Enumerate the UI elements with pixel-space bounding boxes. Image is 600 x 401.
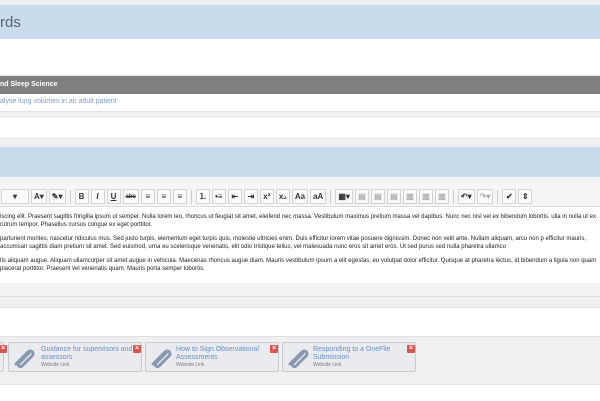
paperclip-icon: [14, 349, 35, 369]
align-left-icon[interactable]: ≡: [140, 189, 155, 204]
more-icon[interactable]: ⇕: [518, 189, 533, 204]
criteria-link[interactable]: alyse lung volumes in an adult patient: [0, 98, 117, 105]
unit-header: nd Sleep Science: [0, 76, 600, 94]
table-delete-row-icon[interactable]: ▤: [386, 189, 401, 204]
resource-type: Website Link: [313, 362, 342, 368]
table-col-before-icon[interactable]: ▥: [402, 189, 417, 204]
editor-content[interactable]: iscing elit. Praesent sagittis fringilla…: [0, 213, 600, 279]
resource-title[interactable]: How to Sign Observational Assessments: [176, 346, 268, 362]
table-row-before-icon[interactable]: ▤: [354, 189, 369, 204]
resource-card[interactable]: ×: [0, 342, 7, 372]
footer-row: [0, 384, 600, 401]
unit-row: alyse lung volumes in an adult patient: [0, 94, 600, 112]
paint-bucket-icon: ✎: [51, 192, 59, 201]
align-right-icon[interactable]: ≡: [172, 189, 187, 204]
toolbar-separator: [69, 189, 71, 204]
editor-paragraph: iscing elit. Praesent sagittis fringilla…: [0, 214, 596, 228]
table-col-after-icon[interactable]: ▥: [418, 189, 433, 204]
toolbar-separator: [330, 189, 332, 204]
superscript-icon[interactable]: x²: [259, 189, 274, 204]
rich-text-editor: ▾ A ▾ ✎ ▾ B I U abc ≡ ≡ ≡ ⒈ •≡ ⇤ ⇥ x² x₂ A…: [0, 177, 600, 288]
toolbar-separator: [452, 189, 454, 204]
toolbar-separator: [497, 189, 499, 204]
indent-icon[interactable]: ⇥: [243, 189, 258, 204]
resource-title[interactable]: Responding to a OneFile Submission: [313, 346, 405, 362]
remove-icon[interactable]: ×: [133, 345, 141, 353]
outdent-icon[interactable]: ⇤: [227, 189, 242, 204]
align-center-icon[interactable]: ≡: [156, 189, 171, 204]
table-icon[interactable]: ▦▾: [335, 189, 353, 204]
resource-card[interactable]: Guidance for supervisors and assessors W…: [8, 342, 142, 372]
resource-type: Website Link: [176, 362, 205, 368]
font-smaller-button[interactable]: Aa: [291, 189, 309, 204]
table-delete-col-icon[interactable]: ▥: [434, 189, 449, 204]
page-header: rds: [0, 5, 600, 39]
spellcheck-icon[interactable]: ✔: [502, 189, 517, 204]
editor-paragraph: tis aliquam augue. Aliquam ullamcorper s…: [0, 258, 597, 272]
font-size-select[interactable]: ▾: [1, 189, 29, 204]
resource-title[interactable]: Guidance for supervisors and assessors: [41, 346, 133, 362]
font-color-button[interactable]: A ▾: [31, 189, 47, 204]
bullet-list-icon[interactable]: •≡: [211, 189, 226, 204]
undo-icon[interactable]: ↶▾: [457, 189, 475, 204]
editor-toolbar: ▾ A ▾ ✎ ▾ B I U abc ≡ ≡ ≡ ⒈ •≡ ⇤ ⇥ x² x₂ A…: [0, 177, 600, 207]
page-title: rds: [0, 14, 21, 31]
editor-paragraph: parturient montes, nascetur ridiculus mu…: [0, 236, 587, 250]
underline-button[interactable]: U: [106, 189, 121, 204]
resource-type: Website Link: [41, 362, 70, 368]
bold-button[interactable]: B: [74, 189, 89, 204]
paperclip-icon: [151, 349, 172, 369]
resources-spacer: [0, 307, 600, 337]
strikethrough-button[interactable]: abc: [122, 189, 139, 204]
redo-icon[interactable]: ↷▾: [476, 189, 494, 204]
toolbar-separator: [190, 189, 192, 204]
font-color-label: A: [34, 192, 40, 201]
table-row-after-icon[interactable]: ▤: [370, 189, 385, 204]
resource-card[interactable]: How to Sign Observational Assessments We…: [145, 342, 279, 372]
subscript-icon[interactable]: x₂: [275, 189, 290, 204]
highlight-color-button[interactable]: ✎ ▾: [48, 189, 66, 204]
section-band: [0, 147, 600, 177]
numbered-list-icon[interactable]: ⒈: [195, 189, 210, 204]
remove-icon[interactable]: ×: [407, 345, 415, 353]
spacer-row: [0, 116, 600, 139]
paperclip-icon: [288, 349, 309, 369]
remove-icon[interactable]: ×: [0, 345, 7, 353]
resource-card[interactable]: Responding to a OneFile Submission Websi…: [282, 342, 416, 372]
font-larger-button[interactable]: aA: [310, 189, 327, 204]
unit-title: nd Sleep Science: [0, 81, 58, 88]
italic-button[interactable]: I: [90, 189, 105, 204]
remove-icon[interactable]: ×: [270, 345, 278, 353]
header-spacer: [0, 39, 600, 76]
editor-statusbar: [0, 283, 600, 297]
